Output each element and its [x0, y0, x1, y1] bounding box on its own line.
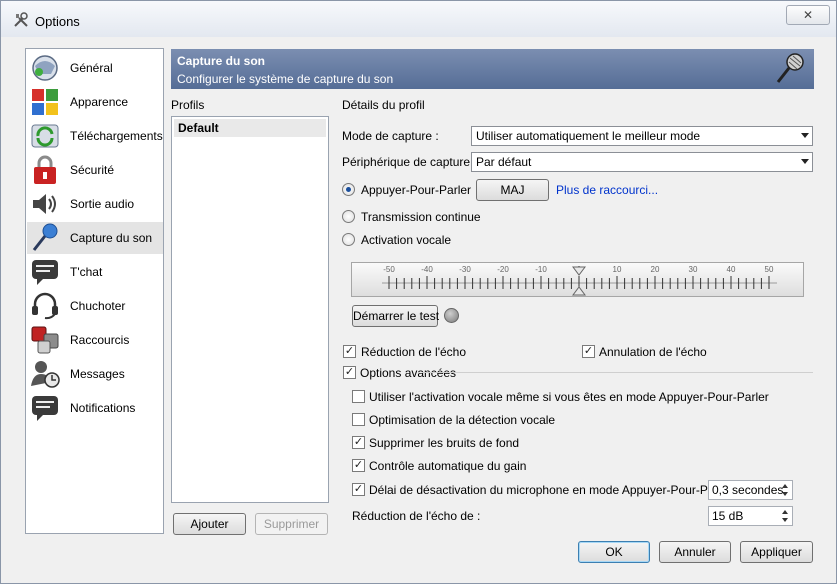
messages-icon	[31, 361, 60, 388]
meter-tick-label: 40	[727, 265, 736, 274]
capture-mode-select[interactable]: Utiliser automatiquement le meilleur mod…	[471, 126, 813, 146]
microphone-icon	[32, 223, 58, 251]
meter-tick-label: 20	[651, 265, 660, 274]
spin-up-icon[interactable]	[779, 508, 791, 516]
category-sidebar: Général Apparence Téléchargements Sécuri…	[25, 48, 164, 534]
banner-title: Capture du son	[177, 54, 266, 68]
ok-button[interactable]: OK	[578, 541, 650, 563]
continuous-transmission-radio[interactable]	[342, 210, 355, 223]
apply-button[interactable]: Appliquer	[740, 541, 813, 563]
spin-down-icon[interactable]	[779, 516, 791, 524]
ptt-key-button[interactable]: MAJ	[476, 179, 549, 201]
auto-gain-checkbox[interactable]: ✓	[352, 459, 365, 472]
microphone-icon	[776, 53, 804, 83]
capture-device-label: Périphérique de capture :	[342, 155, 477, 169]
chevron-down-icon	[801, 133, 809, 138]
section-banner: Capture du son Configurer le système de …	[171, 49, 814, 89]
sidebar-item-hotkeys[interactable]: Raccourcis	[27, 324, 163, 356]
voice-activation-label: Activation vocale	[361, 233, 452, 247]
meter-tick-label: -30	[459, 265, 471, 274]
vad-in-ptt-label: Utiliser l'activation vocale même si vou…	[369, 390, 769, 404]
capture-device-select[interactable]: Par défaut	[471, 152, 813, 172]
chevron-down-icon	[801, 159, 809, 164]
mic-delay-label: Délai de désactivation du microphone en …	[369, 483, 736, 497]
tools-icon	[14, 12, 28, 27]
add-profile-button[interactable]: Ajouter	[173, 513, 246, 535]
appearance-icon	[32, 89, 58, 115]
chat-icon	[32, 260, 58, 285]
meter-tick-label: 10	[613, 265, 622, 274]
meter-tick-label: 50	[765, 265, 774, 274]
sidebar-item-notifications[interactable]: Notifications	[27, 392, 163, 424]
noise-suppression-checkbox[interactable]: ✓	[352, 436, 365, 449]
voice-level-meter[interactable]: -50-40-30-20-1001020304050	[351, 262, 804, 297]
remove-profile-button[interactable]: Supprimer	[255, 513, 328, 535]
vad-in-ptt-checkbox[interactable]	[352, 390, 365, 403]
sidebar-item-whisper[interactable]: Chuchoter	[27, 290, 163, 322]
start-test-button[interactable]: Démarrer le test	[352, 305, 439, 327]
meter-tick-label: 30	[689, 265, 698, 274]
spin-down-icon[interactable]	[779, 490, 791, 498]
advanced-options-label: Options avancées	[360, 366, 457, 380]
echo-reduction-checkbox[interactable]: ✓	[343, 345, 356, 358]
meter-tick-label: -40	[421, 265, 433, 274]
echo-amount-label: Réduction de l'écho de :	[352, 509, 481, 523]
profile-details-label: Détails du profil	[342, 98, 425, 112]
test-status-led	[444, 308, 459, 323]
banner-subtitle: Configurer le système de capture du son	[177, 72, 394, 86]
sidebar-item-sound-capture[interactable]: Capture du son	[27, 222, 163, 254]
cancel-button[interactable]: Annuler	[659, 541, 731, 563]
title-bar[interactable]: Options ✕	[1, 1, 836, 37]
continuous-transmission-label: Transmission continue	[361, 210, 481, 224]
echo-cancellation-label: Annulation de l'écho	[599, 345, 707, 359]
window-title: Options	[35, 14, 80, 29]
sidebar-item-chat[interactable]: T'chat	[27, 256, 163, 288]
noise-suppression-label: Supprimer les bruits de fond	[369, 436, 520, 450]
meter-scale: -50-40-30-20-1001020304050	[382, 265, 777, 296]
speaker-icon	[33, 194, 56, 214]
vad-optimisation-checkbox[interactable]	[352, 413, 365, 426]
security-lock-icon	[34, 155, 56, 184]
downloads-icon	[31, 124, 59, 148]
advanced-options-checkbox[interactable]: ✓	[343, 366, 356, 379]
meter-tick-label: -50	[383, 265, 395, 274]
voice-activation-radio[interactable]	[342, 233, 355, 246]
sidebar-item-appearance[interactable]: Apparence	[27, 86, 163, 118]
close-icon: ✕	[802, 8, 814, 22]
auto-gain-label: Contrôle automatique du gain	[369, 459, 527, 473]
meter-tick-label: -20	[497, 265, 509, 274]
capture-mode-label: Mode de capture :	[342, 129, 439, 143]
sidebar-item-general[interactable]: Général	[27, 52, 163, 84]
push-to-talk-radio[interactable]	[342, 183, 355, 196]
mic-delay-checkbox[interactable]: ✓	[352, 483, 365, 496]
hotkeys-icon	[31, 326, 59, 354]
divider	[422, 372, 813, 373]
list-item[interactable]: Default	[174, 119, 326, 137]
sidebar-item-downloads[interactable]: Téléchargements	[27, 120, 163, 152]
more-shortcuts-link[interactable]: Plus de raccourci...	[556, 183, 658, 197]
spin-up-icon[interactable]	[779, 482, 791, 490]
mic-delay-spinbox[interactable]: 0,3 secondes	[708, 480, 793, 500]
profiles-label: Profils	[171, 98, 205, 112]
profiles-list: Default	[171, 116, 329, 503]
sidebar-item-messages[interactable]: Messages	[27, 358, 163, 390]
meter-tick-label: -10	[535, 265, 547, 274]
general-icon	[32, 55, 58, 81]
push-to-talk-label: Appuyer-Pour-Parler	[361, 183, 472, 197]
echo-reduction-label: Réduction de l'écho	[361, 345, 467, 359]
echo-amount-spinbox[interactable]: 15 dB	[708, 506, 793, 526]
sidebar-item-security[interactable]: Sécurité	[27, 154, 163, 186]
options-window: Options ✕ Général Apparence Téléchargeme…	[0, 0, 837, 584]
close-button[interactable]: ✕	[786, 5, 830, 25]
echo-cancellation-checkbox[interactable]: ✓	[582, 345, 595, 358]
headset-icon	[32, 292, 58, 320]
vad-optimisation-label: Optimisation de la détection vocale	[369, 413, 556, 427]
notifications-icon	[32, 396, 58, 421]
sidebar-item-audio-output[interactable]: Sortie audio	[27, 188, 163, 220]
